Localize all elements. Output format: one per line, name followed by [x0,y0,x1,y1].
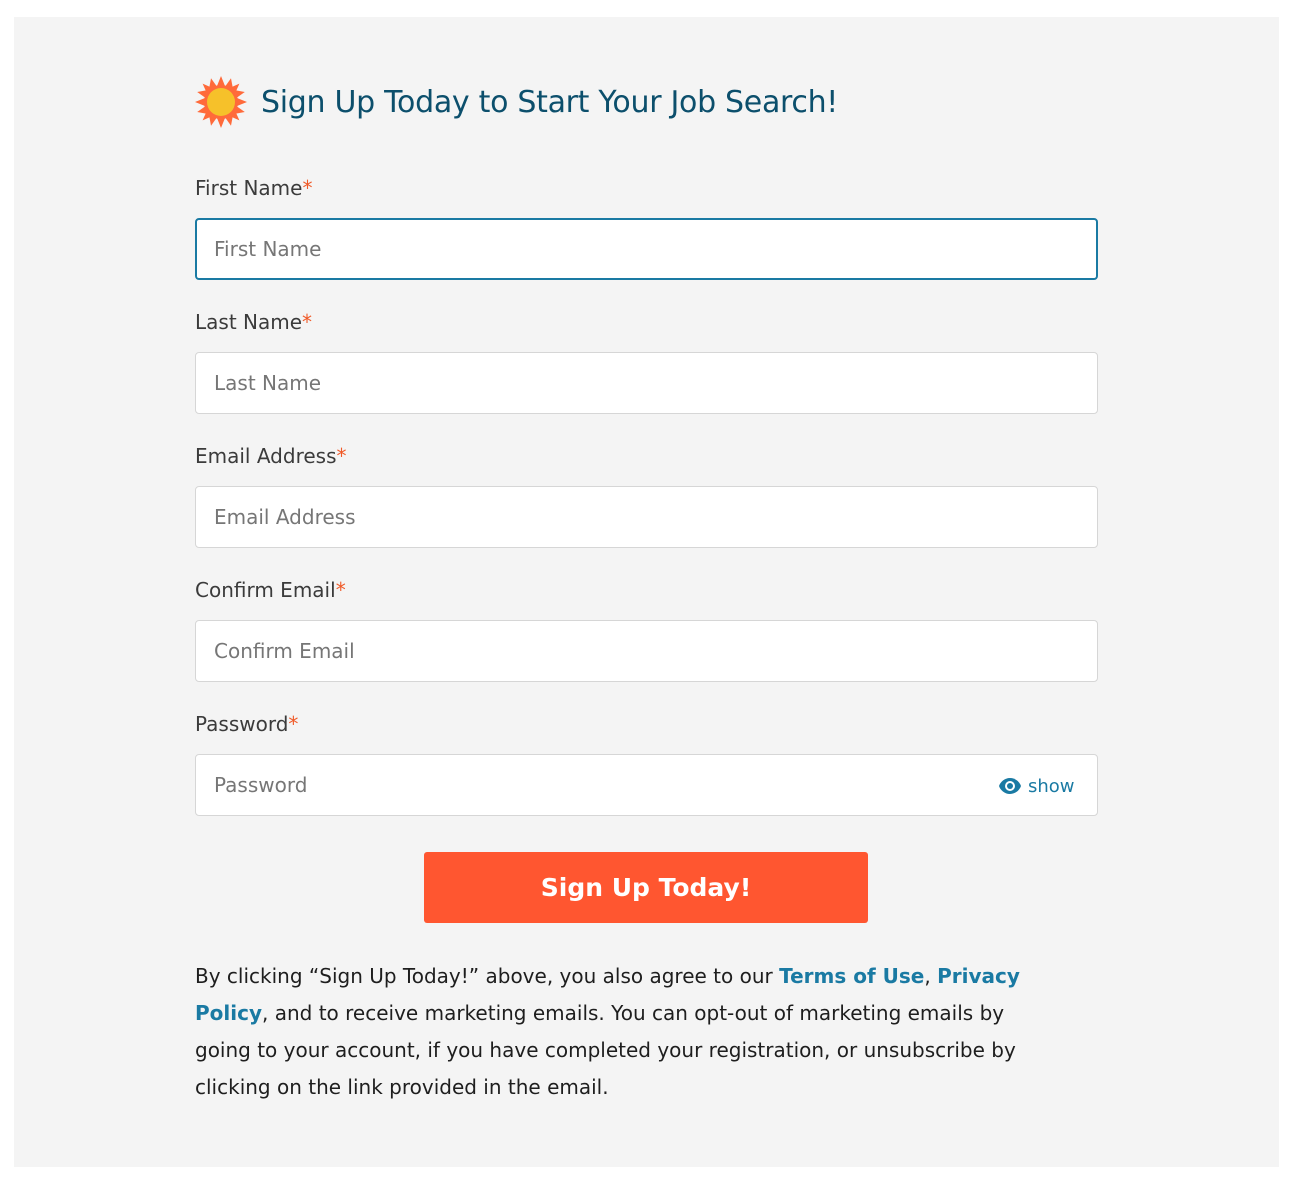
legal-separator: , [924,964,938,988]
terms-of-use-link[interactable]: Terms of Use [779,964,924,988]
first-name-label: First Name* [195,176,313,200]
email-address-label: Email Address* [195,444,347,468]
sign-up-button[interactable]: Sign Up Today! [424,852,868,923]
legal-text-before: By clicking “Sign Up Today!” above, you … [195,964,780,988]
signup-panel: Sign Up Today to Start Your Job Search! … [14,17,1279,1167]
required-marker: * [335,578,346,602]
required-marker: * [336,444,347,468]
eye-icon [999,778,1021,794]
last-name-input[interactable] [195,352,1098,414]
required-marker: * [302,310,313,334]
show-password-label: show [1028,775,1075,797]
confirm-email-input[interactable] [195,620,1098,682]
first-name-input[interactable] [195,218,1098,280]
page-title: Sign Up Today to Start Your Job Search! [261,84,839,120]
required-marker: * [302,176,313,200]
confirm-email-label: Confirm Email* [195,578,346,602]
email-address-input[interactable] [195,486,1098,548]
last-name-label: Last Name* [195,310,313,334]
page-header: Sign Up Today to Start Your Job Search! [195,74,838,130]
password-label: Password* [195,712,299,736]
required-marker: * [288,712,299,736]
legal-disclaimer: By clicking “Sign Up Today!” above, you … [195,958,1065,1106]
legal-text-after: , and to receive marketing emails. You c… [195,1001,1016,1099]
show-password-toggle[interactable]: show [998,773,1075,799]
password-input[interactable] [195,754,1098,816]
sun-icon [195,76,247,128]
